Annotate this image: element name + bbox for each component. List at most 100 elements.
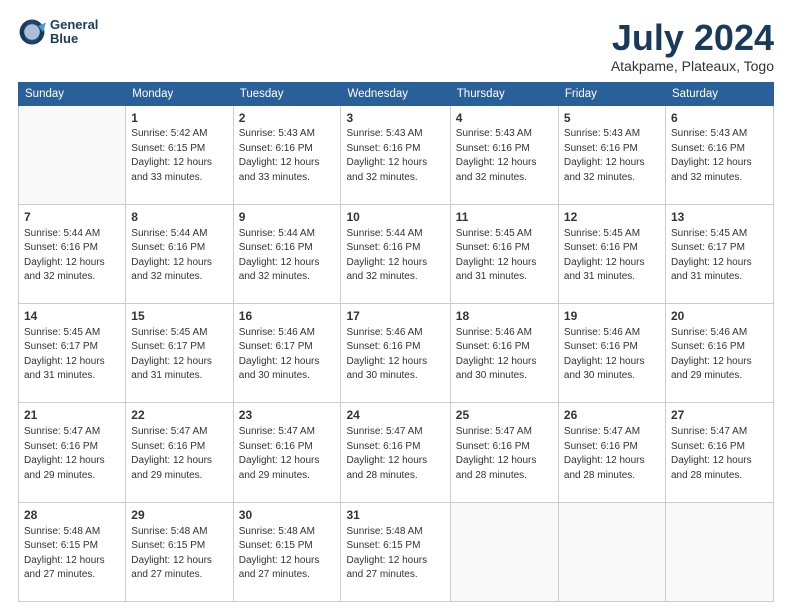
- day-number: 22: [131, 407, 227, 424]
- day-detail: Sunrise: 5:44 AMSunset: 6:16 PMDaylight:…: [239, 227, 336, 285]
- day-cell: [666, 502, 774, 601]
- day-number: 5: [564, 110, 660, 127]
- month-title: July 2024: [611, 18, 774, 58]
- day-detail: Sunrise: 5:47 AMSunset: 6:16 PMDaylight:…: [24, 425, 120, 483]
- day-cell: 13Sunrise: 5:45 AMSunset: 6:17 PMDayligh…: [666, 204, 774, 303]
- day-number: 27: [671, 407, 768, 424]
- col-header-monday: Monday: [126, 82, 233, 105]
- day-cell: 26Sunrise: 5:47 AMSunset: 6:16 PMDayligh…: [558, 403, 665, 502]
- day-cell: 16Sunrise: 5:46 AMSunset: 6:17 PMDayligh…: [233, 304, 341, 403]
- day-cell: 6Sunrise: 5:43 AMSunset: 6:16 PMDaylight…: [666, 105, 774, 204]
- day-number: 21: [24, 407, 120, 424]
- day-number: 8: [131, 209, 227, 226]
- day-detail: Sunrise: 5:47 AMSunset: 6:16 PMDaylight:…: [564, 425, 660, 483]
- col-header-sunday: Sunday: [19, 82, 126, 105]
- col-header-tuesday: Tuesday: [233, 82, 341, 105]
- calendar-header-row: SundayMondayTuesdayWednesdayThursdayFrid…: [19, 82, 774, 105]
- day-number: 6: [671, 110, 768, 127]
- day-number: 18: [456, 308, 553, 325]
- logo-line1: General: [50, 18, 98, 32]
- week-row-3: 21Sunrise: 5:47 AMSunset: 6:16 PMDayligh…: [19, 403, 774, 502]
- day-number: 23: [239, 407, 336, 424]
- logo-icon: [18, 18, 46, 46]
- week-row-2: 14Sunrise: 5:45 AMSunset: 6:17 PMDayligh…: [19, 304, 774, 403]
- day-number: 2: [239, 110, 336, 127]
- col-header-saturday: Saturday: [666, 82, 774, 105]
- day-detail: Sunrise: 5:46 AMSunset: 6:16 PMDaylight:…: [564, 326, 660, 384]
- day-cell: 15Sunrise: 5:45 AMSunset: 6:17 PMDayligh…: [126, 304, 233, 403]
- day-cell: 24Sunrise: 5:47 AMSunset: 6:16 PMDayligh…: [341, 403, 450, 502]
- day-number: 31: [346, 507, 444, 524]
- day-cell: 20Sunrise: 5:46 AMSunset: 6:16 PMDayligh…: [666, 304, 774, 403]
- day-detail: Sunrise: 5:47 AMSunset: 6:16 PMDaylight:…: [131, 425, 227, 483]
- logo: General Blue: [18, 18, 98, 47]
- day-cell: 12Sunrise: 5:45 AMSunset: 6:16 PMDayligh…: [558, 204, 665, 303]
- day-cell: 9Sunrise: 5:44 AMSunset: 6:16 PMDaylight…: [233, 204, 341, 303]
- day-cell: 19Sunrise: 5:46 AMSunset: 6:16 PMDayligh…: [558, 304, 665, 403]
- day-cell: 22Sunrise: 5:47 AMSunset: 6:16 PMDayligh…: [126, 403, 233, 502]
- day-cell: 30Sunrise: 5:48 AMSunset: 6:15 PMDayligh…: [233, 502, 341, 601]
- day-number: 13: [671, 209, 768, 226]
- day-detail: Sunrise: 5:45 AMSunset: 6:16 PMDaylight:…: [564, 227, 660, 285]
- day-cell: 4Sunrise: 5:43 AMSunset: 6:16 PMDaylight…: [450, 105, 558, 204]
- day-cell: 8Sunrise: 5:44 AMSunset: 6:16 PMDaylight…: [126, 204, 233, 303]
- day-cell: 1Sunrise: 5:42 AMSunset: 6:15 PMDaylight…: [126, 105, 233, 204]
- day-cell: 29Sunrise: 5:48 AMSunset: 6:15 PMDayligh…: [126, 502, 233, 601]
- day-detail: Sunrise: 5:47 AMSunset: 6:16 PMDaylight:…: [239, 425, 336, 483]
- week-row-4: 28Sunrise: 5:48 AMSunset: 6:15 PMDayligh…: [19, 502, 774, 601]
- day-number: 3: [346, 110, 444, 127]
- day-number: 14: [24, 308, 120, 325]
- col-header-friday: Friday: [558, 82, 665, 105]
- day-number: 24: [346, 407, 444, 424]
- day-cell: 31Sunrise: 5:48 AMSunset: 6:15 PMDayligh…: [341, 502, 450, 601]
- day-number: 20: [671, 308, 768, 325]
- day-number: 7: [24, 209, 120, 226]
- day-detail: Sunrise: 5:48 AMSunset: 6:15 PMDaylight:…: [24, 525, 120, 583]
- day-cell: 11Sunrise: 5:45 AMSunset: 6:16 PMDayligh…: [450, 204, 558, 303]
- day-number: 15: [131, 308, 227, 325]
- day-detail: Sunrise: 5:46 AMSunset: 6:16 PMDaylight:…: [456, 326, 553, 384]
- day-detail: Sunrise: 5:48 AMSunset: 6:15 PMDaylight:…: [131, 525, 227, 583]
- day-detail: Sunrise: 5:44 AMSunset: 6:16 PMDaylight:…: [24, 227, 120, 285]
- day-detail: Sunrise: 5:44 AMSunset: 6:16 PMDaylight:…: [131, 227, 227, 285]
- day-detail: Sunrise: 5:42 AMSunset: 6:15 PMDaylight:…: [131, 127, 227, 185]
- day-cell: 18Sunrise: 5:46 AMSunset: 6:16 PMDayligh…: [450, 304, 558, 403]
- calendar-table: SundayMondayTuesdayWednesdayThursdayFrid…: [18, 82, 774, 602]
- day-detail: Sunrise: 5:43 AMSunset: 6:16 PMDaylight:…: [346, 127, 444, 185]
- day-detail: Sunrise: 5:47 AMSunset: 6:16 PMDaylight:…: [346, 425, 444, 483]
- day-number: 10: [346, 209, 444, 226]
- day-cell: 7Sunrise: 5:44 AMSunset: 6:16 PMDaylight…: [19, 204, 126, 303]
- day-detail: Sunrise: 5:46 AMSunset: 6:16 PMDaylight:…: [671, 326, 768, 384]
- day-number: 30: [239, 507, 336, 524]
- day-cell: [19, 105, 126, 204]
- day-cell: 3Sunrise: 5:43 AMSunset: 6:16 PMDaylight…: [341, 105, 450, 204]
- location: Atakpame, Plateaux, Togo: [611, 58, 774, 74]
- day-number: 9: [239, 209, 336, 226]
- day-detail: Sunrise: 5:46 AMSunset: 6:16 PMDaylight:…: [346, 326, 444, 384]
- day-number: 28: [24, 507, 120, 524]
- day-cell: 10Sunrise: 5:44 AMSunset: 6:16 PMDayligh…: [341, 204, 450, 303]
- day-detail: Sunrise: 5:47 AMSunset: 6:16 PMDaylight:…: [456, 425, 553, 483]
- day-detail: Sunrise: 5:45 AMSunset: 6:16 PMDaylight:…: [456, 227, 553, 285]
- col-header-wednesday: Wednesday: [341, 82, 450, 105]
- page: General Blue July 2024 Atakpame, Plateau…: [0, 0, 792, 612]
- week-row-0: 1Sunrise: 5:42 AMSunset: 6:15 PMDaylight…: [19, 105, 774, 204]
- day-detail: Sunrise: 5:47 AMSunset: 6:16 PMDaylight:…: [671, 425, 768, 483]
- day-detail: Sunrise: 5:43 AMSunset: 6:16 PMDaylight:…: [671, 127, 768, 185]
- day-detail: Sunrise: 5:45 AMSunset: 6:17 PMDaylight:…: [24, 326, 120, 384]
- title-block: July 2024 Atakpame, Plateaux, Togo: [611, 18, 774, 74]
- day-number: 19: [564, 308, 660, 325]
- day-detail: Sunrise: 5:48 AMSunset: 6:15 PMDaylight:…: [346, 525, 444, 583]
- day-number: 26: [564, 407, 660, 424]
- day-cell: 17Sunrise: 5:46 AMSunset: 6:16 PMDayligh…: [341, 304, 450, 403]
- day-detail: Sunrise: 5:45 AMSunset: 6:17 PMDaylight:…: [671, 227, 768, 285]
- day-cell: 21Sunrise: 5:47 AMSunset: 6:16 PMDayligh…: [19, 403, 126, 502]
- day-number: 16: [239, 308, 336, 325]
- day-number: 25: [456, 407, 553, 424]
- day-cell: 28Sunrise: 5:48 AMSunset: 6:15 PMDayligh…: [19, 502, 126, 601]
- day-number: 1: [131, 110, 227, 127]
- week-row-1: 7Sunrise: 5:44 AMSunset: 6:16 PMDaylight…: [19, 204, 774, 303]
- day-cell: [558, 502, 665, 601]
- day-cell: 25Sunrise: 5:47 AMSunset: 6:16 PMDayligh…: [450, 403, 558, 502]
- day-cell: 14Sunrise: 5:45 AMSunset: 6:17 PMDayligh…: [19, 304, 126, 403]
